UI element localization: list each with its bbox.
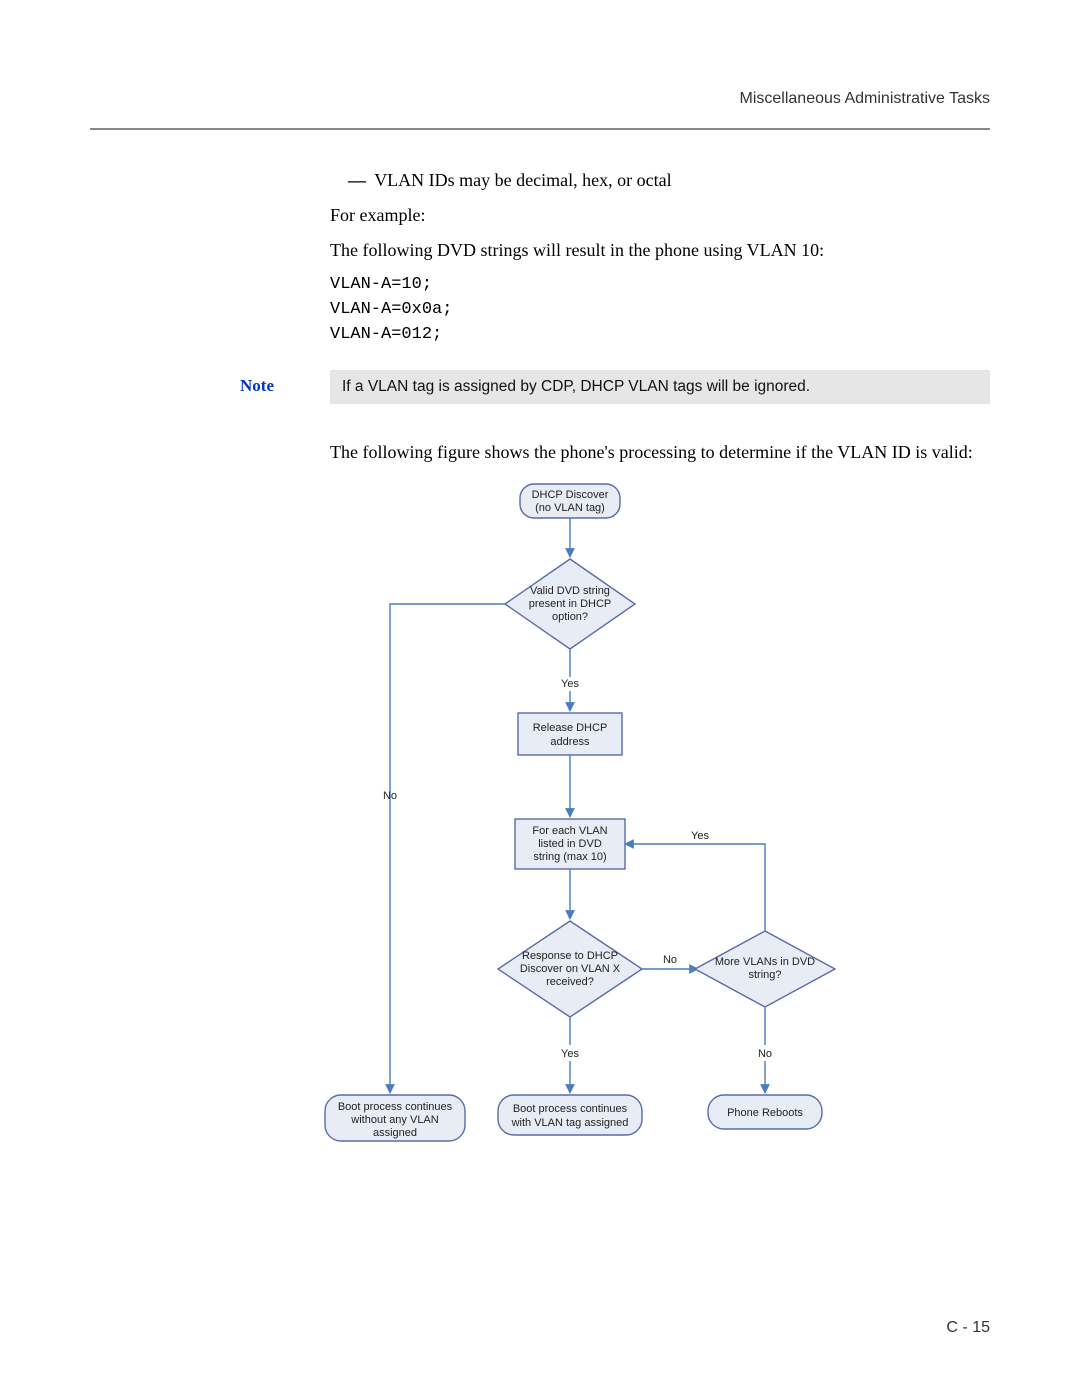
bullet-text: VLAN IDs may be decimal, hex, or octal <box>374 170 671 190</box>
fc-r1b: address <box>550 736 590 748</box>
fc-d3a: More VLANs in DVD <box>715 956 815 968</box>
intro-dvd-text: The following DVD strings will result in… <box>330 240 980 261</box>
fc-t2b: with VLAN tag assigned <box>511 1117 629 1129</box>
fc-t1b: without any VLAN <box>350 1114 438 1126</box>
main-content: — VLAN IDs may be decimal, hex, or octal… <box>330 170 980 344</box>
fc-d3b: string? <box>748 969 781 981</box>
note-label: Note <box>90 370 330 404</box>
fc-t2a: Boot process continues <box>513 1103 628 1115</box>
bullet-vlan-ids: — VLAN IDs may be decimal, hex, or octal <box>348 170 980 191</box>
flowchart-svg: DHCP Discover (no VLAN tag) Valid DVD st… <box>320 479 880 1159</box>
flowchart-figure: DHCP Discover (no VLAN tag) Valid DVD st… <box>320 479 980 1164</box>
fc-d2b: Discover on VLAN X <box>520 963 621 975</box>
fc-r2c: string (max 10) <box>533 851 606 863</box>
page-number: C - 15 <box>946 1319 990 1337</box>
fc-d2-yes: Yes <box>561 1048 579 1060</box>
page-header-title: Miscellaneous Administrative Tasks <box>90 90 990 108</box>
fc-d1c: option? <box>552 611 588 623</box>
note-box: If a VLAN tag is assigned by CDP, DHCP V… <box>330 370 990 404</box>
figure-intro-block: The following figure shows the phone's p… <box>330 442 980 1164</box>
bullet-dash-icon: — <box>348 170 370 191</box>
fc-d3-no: No <box>758 1048 772 1060</box>
fc-start-text2: (no VLAN tag) <box>535 502 605 514</box>
fc-d1-yes: Yes <box>561 678 579 690</box>
code-line-2: VLAN-A=0x0a; <box>330 300 980 319</box>
code-line-3: VLAN-A=012; <box>330 325 980 344</box>
fc-t3: Phone Reboots <box>727 1107 803 1119</box>
fc-release-dhcp <box>518 713 622 755</box>
fc-start-text1: DHCP Discover <box>532 489 609 501</box>
for-example-text: For example: <box>330 205 980 226</box>
fc-r1a: Release DHCP <box>533 722 608 734</box>
fc-d2a: Response to DHCP <box>522 950 618 962</box>
fc-t1a: Boot process continues <box>338 1101 453 1113</box>
fc-d1b: present in DHCP <box>529 598 612 610</box>
code-line-1: VLAN-A=10; <box>330 275 980 294</box>
fc-d1-no: No <box>383 790 397 802</box>
fc-r2b: listed in DVD <box>538 838 602 850</box>
fc-r2a: For each VLAN <box>532 825 607 837</box>
note-row: Note If a VLAN tag is assigned by CDP, D… <box>90 370 990 404</box>
figure-intro-text: The following figure shows the phone's p… <box>330 442 980 463</box>
fc-d2c: received? <box>546 976 594 988</box>
fc-term-boot-with-vlan <box>498 1095 642 1135</box>
page: Miscellaneous Administrative Tasks — VLA… <box>0 0 1080 1397</box>
fc-d1a: Valid DVD string <box>530 585 610 597</box>
fc-t1c: assigned <box>373 1127 417 1139</box>
fc-d2-no: No <box>663 954 677 966</box>
fc-d3-yes: Yes <box>691 830 709 842</box>
header-rule <box>90 128 990 130</box>
